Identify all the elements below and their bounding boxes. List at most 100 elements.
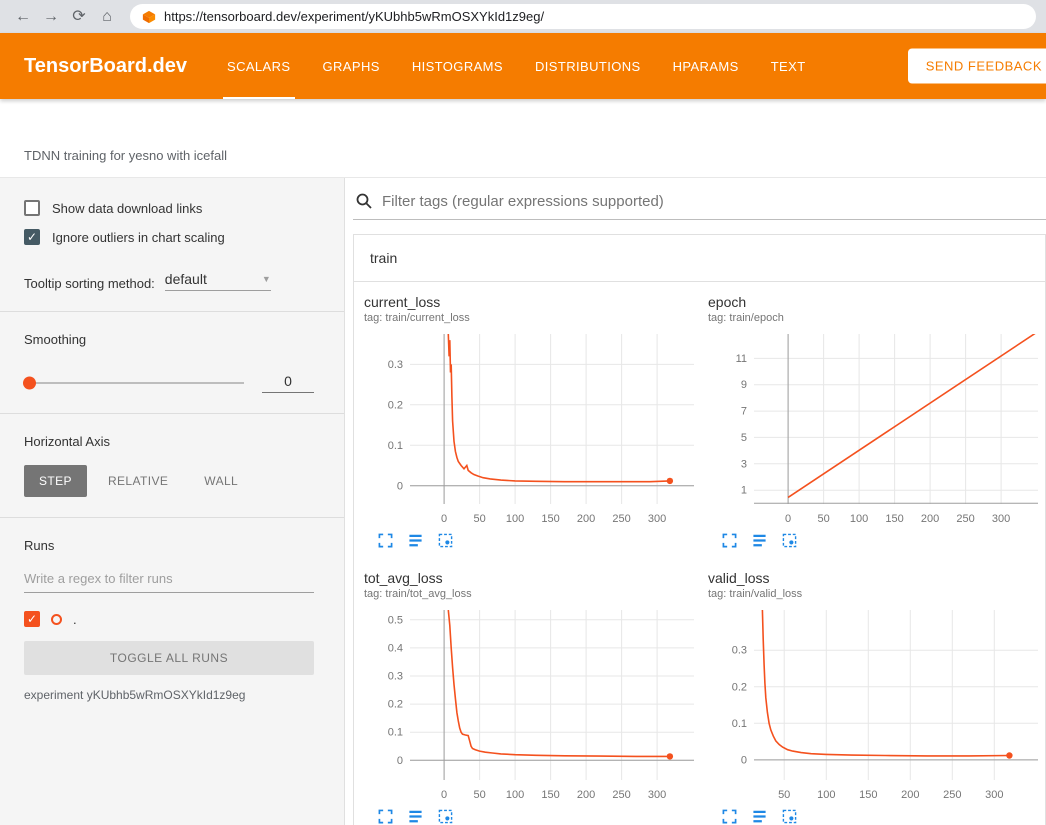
tab-scalars[interactable]: SCALARS: [211, 33, 307, 99]
svg-text:300: 300: [985, 789, 1003, 801]
show-download-links-checkbox[interactable]: [24, 200, 40, 216]
toggle-all-runs-button[interactable]: TOGGLE ALL RUNS: [24, 641, 314, 675]
ignore-outliers-checkbox[interactable]: [24, 229, 40, 245]
filter-tags-row: [353, 192, 1046, 220]
axis-step-button[interactable]: STEP: [24, 465, 87, 497]
tab-distributions[interactable]: DISTRIBUTIONS: [519, 33, 657, 99]
sidebar-divider: [0, 413, 344, 414]
svg-text:0.1: 0.1: [388, 440, 403, 452]
nav-tabs: SCALARS GRAPHS HISTOGRAMS DISTRIBUTIONS …: [211, 33, 822, 99]
svg-text:250: 250: [956, 513, 974, 525]
svg-text:150: 150: [859, 789, 877, 801]
svg-text:0: 0: [441, 789, 447, 801]
show-download-links-row[interactable]: Show data download links: [24, 200, 314, 216]
svg-text:5: 5: [741, 432, 747, 444]
chart-card-current-loss: current_loss tag: train/current_loss 050…: [364, 294, 700, 548]
filter-tags-input[interactable]: [382, 193, 1044, 210]
chart-card-valid-loss: valid_loss tag: train/valid_loss 5010015…: [708, 570, 1044, 824]
svg-text:0.5: 0.5: [388, 614, 403, 626]
svg-text:0.3: 0.3: [732, 645, 747, 657]
svg-text:200: 200: [901, 789, 919, 801]
fullscreen-icon[interactable]: [378, 809, 393, 824]
fullscreen-icon[interactable]: [722, 809, 737, 824]
runs-selector-icon[interactable]: [752, 533, 767, 548]
run-color-swatch: [51, 614, 62, 625]
train-section-card: train current_loss tag: train/current_lo…: [353, 234, 1046, 825]
svg-text:0: 0: [397, 755, 403, 767]
runs-filter-input[interactable]: [24, 563, 314, 593]
svg-text:7: 7: [741, 406, 747, 418]
experiment-subheader: TDNN training for yesno with icefall: [0, 99, 1046, 178]
forward-icon[interactable]: →: [38, 4, 64, 30]
refresh-icon[interactable]: ⟳: [66, 4, 92, 30]
runs-selector-icon[interactable]: [752, 809, 767, 824]
horizontal-axis-toggle: STEP RELATIVE WALL: [24, 465, 314, 497]
chart-title: valid_loss: [708, 570, 1044, 586]
tab-text[interactable]: TEXT: [755, 33, 822, 99]
smoothing-slider-knob[interactable]: [23, 377, 36, 390]
run-row[interactable]: .: [24, 611, 314, 627]
fullscreen-icon[interactable]: [722, 533, 737, 548]
line-chart[interactable]: 5010015020025030000.10.20.3: [708, 606, 1044, 804]
chart-toolbar: [708, 533, 1044, 548]
chart-title: epoch: [708, 294, 1044, 310]
svg-text:11: 11: [736, 353, 747, 365]
tab-graphs[interactable]: GRAPHS: [307, 33, 396, 99]
back-icon[interactable]: ←: [10, 4, 36, 30]
sidebar-divider: [0, 517, 344, 518]
chart-title: current_loss: [364, 294, 700, 310]
smoothing-value[interactable]: 0: [262, 373, 314, 393]
fit-domain-icon[interactable]: [438, 809, 453, 824]
charts-grid: current_loss tag: train/current_loss 050…: [354, 282, 1045, 825]
svg-text:1: 1: [741, 485, 747, 497]
chart-card-tot-avg-loss: tot_avg_loss tag: train/tot_avg_loss 050…: [364, 570, 700, 824]
ignore-outliers-row[interactable]: Ignore outliers in chart scaling: [24, 229, 314, 245]
show-download-links-label: Show data download links: [52, 201, 202, 216]
line-chart[interactable]: 05010015020025030000.10.20.3: [364, 330, 700, 528]
tab-histograms[interactable]: HISTOGRAMS: [396, 33, 519, 99]
svg-text:0: 0: [397, 480, 403, 492]
chart-tag: tag: train/epoch: [708, 312, 1044, 324]
tensorboard-favicon-icon: [142, 10, 156, 24]
line-chart[interactable]: 0501001502002503001357911: [708, 330, 1044, 528]
svg-text:100: 100: [850, 513, 868, 525]
url-text: https://tensorboard.dev/experiment/yKUbh…: [164, 9, 544, 24]
svg-text:300: 300: [648, 789, 666, 801]
axis-wall-button[interactable]: WALL: [189, 465, 253, 497]
smoothing-slider[interactable]: [24, 382, 244, 384]
fit-domain-icon[interactable]: [782, 809, 797, 824]
horizontal-axis-label: Horizontal Axis: [24, 434, 314, 449]
chart-tag: tag: train/tot_avg_loss: [364, 588, 700, 600]
send-feedback-button[interactable]: SEND FEEDBACK: [908, 49, 1046, 84]
runs-selector-icon[interactable]: [408, 533, 423, 548]
fit-domain-icon[interactable]: [438, 533, 453, 548]
experiment-caption: experiment yKUbhb5wRmOSXYkId1z9eg: [24, 688, 314, 702]
ignore-outliers-label: Ignore outliers in chart scaling: [52, 230, 225, 245]
svg-text:0: 0: [785, 513, 791, 525]
run-name: .: [73, 612, 77, 627]
chart-tag: tag: train/valid_loss: [708, 588, 1044, 600]
run-checkbox[interactable]: [24, 611, 40, 627]
fit-domain-icon[interactable]: [782, 533, 797, 548]
chart-toolbar: [364, 533, 700, 548]
fullscreen-icon[interactable]: [378, 533, 393, 548]
line-chart[interactable]: 05010015020025030000.10.20.30.40.5: [364, 606, 700, 804]
svg-text:9: 9: [741, 379, 747, 391]
sidebar: Show data download links Ignore outliers…: [0, 178, 345, 825]
home-icon[interactable]: ⌂: [94, 4, 120, 30]
svg-text:150: 150: [541, 789, 559, 801]
tooltip-sorting-label: Tooltip sorting method:: [24, 276, 155, 291]
address-bar[interactable]: https://tensorboard.dev/experiment/yKUbh…: [130, 4, 1036, 29]
tooltip-sorting-dropdown[interactable]: default ▼: [165, 271, 271, 291]
runs-selector-icon[interactable]: [408, 809, 423, 824]
svg-text:3: 3: [741, 458, 747, 470]
chart-toolbar: [708, 809, 1044, 824]
axis-relative-button[interactable]: RELATIVE: [93, 465, 183, 497]
svg-text:0.3: 0.3: [388, 671, 403, 683]
tab-hparams[interactable]: HPARAMS: [657, 33, 755, 99]
train-section-header[interactable]: train: [354, 235, 1045, 282]
svg-text:50: 50: [778, 789, 790, 801]
svg-text:200: 200: [921, 513, 939, 525]
svg-text:150: 150: [885, 513, 903, 525]
chart-card-epoch: epoch tag: train/epoch 05010015020025030…: [708, 294, 1044, 548]
